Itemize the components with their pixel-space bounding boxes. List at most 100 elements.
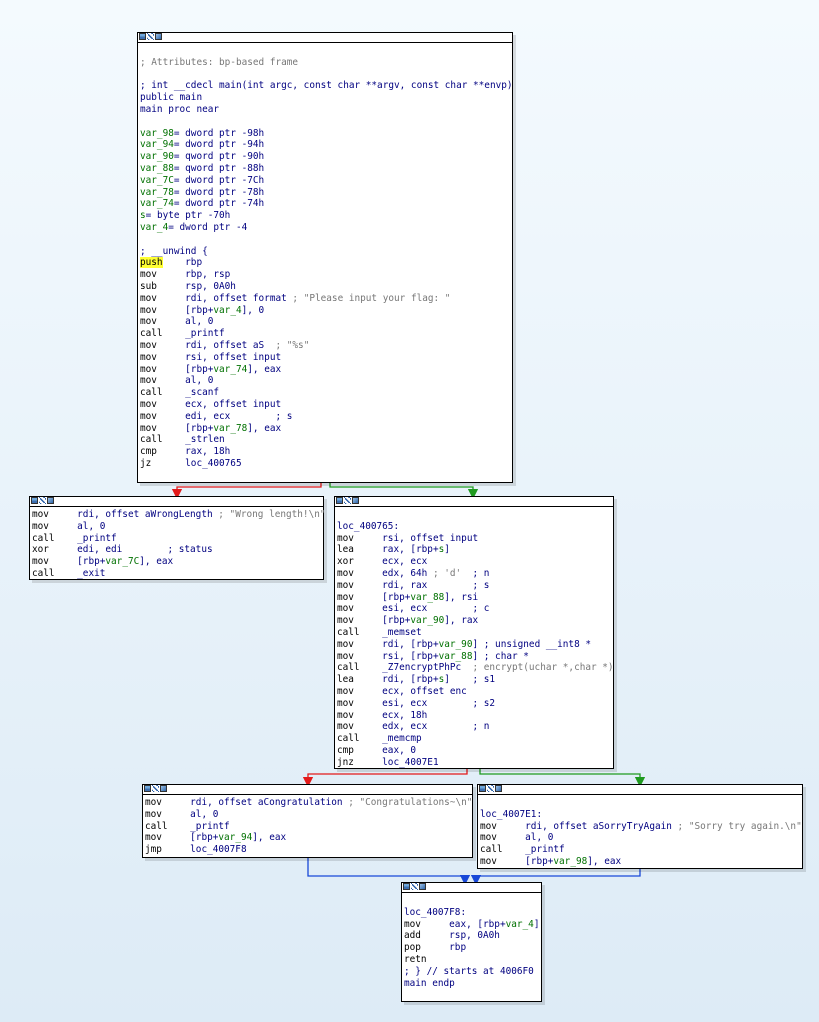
code-line[interactable]: public main (140, 92, 510, 104)
color-palette-icon[interactable] (47, 497, 54, 504)
code-line[interactable]: mov edi, ecx ; s (140, 411, 510, 423)
pencil-edit-icon[interactable] (39, 497, 46, 504)
color-palette-icon[interactable] (419, 883, 426, 890)
code-line[interactable]: pop rbp (404, 942, 539, 954)
code-line[interactable]: mov [rbp+var_78], eax (140, 423, 510, 435)
code-line[interactable]: call _printf (32, 533, 321, 545)
code-line[interactable]: mov al, 0 (480, 832, 800, 844)
code-line[interactable]: mov al, 0 (140, 316, 510, 328)
code-line[interactable]: mov al, 0 (145, 809, 470, 821)
code-block-loc-4007E1[interactable]: loc_4007E1: mov rdi, offset aSorryTryAgai… (477, 784, 803, 869)
code-line[interactable]: lea rax, [rbp+s] (337, 544, 611, 556)
code-line[interactable]: call _scanf (140, 387, 510, 399)
code-line[interactable]: mov [rbp+var_94], eax (145, 832, 470, 844)
code-line[interactable]: mov rsi, offset input (140, 352, 510, 364)
pencil-edit-icon[interactable] (411, 883, 418, 890)
code-line[interactable]: call _memcmp (337, 733, 611, 745)
graph-overview-icon[interactable] (139, 33, 146, 40)
code-line[interactable]: ; int __cdecl main(int argc, const char … (140, 80, 513, 92)
code-line[interactable]: var_88= qword ptr -88h (140, 163, 510, 175)
code-line[interactable] (480, 797, 800, 809)
pencil-edit-icon[interactable] (344, 497, 351, 504)
code-line[interactable]: add rsp, 0A0h (404, 930, 539, 942)
code-line[interactable]: sub rsp, 0A0h (140, 281, 510, 293)
code-line[interactable]: mov rdi, offset aCongratulation ; "Congr… (145, 797, 472, 809)
code-block-loc-4007F8[interactable]: loc_4007F8: mov eax, [rbp+var_4] add rsp, … (401, 882, 542, 1002)
code-line[interactable] (140, 69, 510, 81)
code-line[interactable]: var_78= dword ptr -78h (140, 187, 510, 199)
code-line[interactable]: mov rdi, offset aS ; "%s" (140, 340, 510, 352)
code-line[interactable]: mov edx, 64h ; 'd' ; n (337, 568, 611, 580)
code-line[interactable]: s= byte ptr -70h (140, 210, 510, 222)
code-line[interactable]: jmp loc_4007F8 (145, 844, 470, 856)
code-line[interactable]: jz loc_400765 (140, 458, 510, 470)
code-line[interactable]: ; Attributes: bp-based frame (140, 57, 510, 69)
code-line[interactable] (337, 509, 611, 521)
code-line[interactable]: mov [rbp+var_90], rax (337, 615, 611, 627)
code-line[interactable]: call _printf (140, 328, 510, 340)
code-line[interactable]: call _memset (337, 627, 611, 639)
code-line[interactable]: mov rbp, rsp (140, 269, 510, 281)
code-line[interactable]: var_7C= dword ptr -7Ch (140, 175, 510, 187)
code-line[interactable]: mov [rbp+var_7C], eax (32, 556, 321, 568)
code-block-congratulations[interactable]: mov rdi, offset aCongratulation ; "Congr… (142, 784, 473, 858)
code-line[interactable]: main proc near (140, 104, 510, 116)
code-line[interactable] (140, 234, 510, 246)
code-line[interactable]: var_74= dword ptr -74h (140, 198, 510, 210)
code-line[interactable] (404, 895, 539, 907)
code-line[interactable]: mov rdi, rax ; s (337, 580, 611, 592)
color-palette-icon[interactable] (160, 785, 167, 792)
code-line[interactable]: jnz loc_4007E1 (337, 757, 611, 769)
code-line[interactable]: mov rsi, [rbp+var_88] ; char * (337, 651, 611, 663)
code-line[interactable]: mov rdi, offset format ; "Please input y… (140, 293, 510, 305)
code-line[interactable]: mov esi, ecx ; s2 (337, 698, 611, 710)
code-block-loc-400765[interactable]: loc_400765: mov rsi, offset input lea rax,… (334, 496, 614, 769)
code-line[interactable]: loc_4007F8: (404, 907, 539, 919)
code-line[interactable]: mov ecx, offset enc (337, 686, 611, 698)
code-line[interactable]: call _exit (32, 568, 321, 580)
code-line[interactable]: push rbp (140, 257, 510, 269)
code-line[interactable]: var_90= qword ptr -90h (140, 151, 510, 163)
code-line[interactable]: mov edx, ecx ; n (337, 721, 611, 733)
code-line[interactable]: call _strlen (140, 434, 510, 446)
code-line[interactable]: main endp (404, 978, 539, 990)
code-line[interactable]: mov ecx, 18h (337, 710, 611, 722)
color-palette-icon[interactable] (352, 497, 359, 504)
code-line[interactable]: call _printf (480, 844, 800, 856)
code-line[interactable]: ; } // starts at 4006F0 (404, 966, 539, 978)
pencil-edit-icon[interactable] (152, 785, 159, 792)
code-line[interactable]: mov esi, ecx ; c (337, 603, 611, 615)
code-line[interactable]: call _printf (145, 821, 470, 833)
code-line[interactable]: ; __unwind { (140, 246, 510, 258)
code-line[interactable]: mov al, 0 (140, 375, 510, 387)
code-line[interactable]: mov al, 0 (32, 521, 321, 533)
code-line[interactable]: loc_4007E1: (480, 809, 800, 821)
graph-overview-icon[interactable] (336, 497, 343, 504)
code-line[interactable]: mov rsi, offset input (337, 533, 611, 545)
code-line[interactable]: mov ecx, offset input (140, 399, 510, 411)
color-palette-icon[interactable] (495, 785, 502, 792)
graph-overview-icon[interactable] (144, 785, 151, 792)
code-line[interactable] (140, 45, 510, 57)
graph-overview-icon[interactable] (479, 785, 486, 792)
code-line[interactable]: mov eax, [rbp+var_4] (404, 919, 540, 931)
pencil-edit-icon[interactable] (487, 785, 494, 792)
code-line[interactable]: mov [rbp+var_98], eax (480, 856, 800, 868)
code-line[interactable]: xor edi, edi ; status (32, 544, 321, 556)
code-line[interactable]: var_94= dword ptr -94h (140, 139, 510, 151)
color-palette-icon[interactable] (155, 33, 162, 40)
code-line[interactable]: cmp eax, 0 (337, 745, 611, 757)
code-line[interactable]: call _Z7encryptPhPc ; encrypt(uchar *,ch… (337, 662, 614, 674)
graph-overview-icon[interactable] (31, 497, 38, 504)
code-line[interactable]: retn (404, 954, 539, 966)
code-line[interactable]: mov rdi, offset aSorryTryAgain ; "Sorry … (480, 821, 802, 833)
code-line[interactable]: var_4= dword ptr -4 (140, 222, 510, 234)
code-line[interactable]: lea rdi, [rbp+s] ; s1 (337, 674, 611, 686)
code-line[interactable]: mov [rbp+var_88], rsi (337, 592, 611, 604)
code-line[interactable]: mov rdi, offset aWrongLength ; "Wrong le… (32, 509, 326, 521)
code-block-main[interactable]: ; Attributes: bp-based frame ; int __cdec… (137, 32, 513, 483)
code-line[interactable]: mov [rbp+var_4], 0 (140, 305, 510, 317)
code-block-wrong-length[interactable]: mov rdi, offset aWrongLength ; "Wrong le… (29, 496, 326, 580)
code-line[interactable] (140, 116, 510, 128)
code-line[interactable]: var_98= dword ptr -98h (140, 128, 510, 140)
